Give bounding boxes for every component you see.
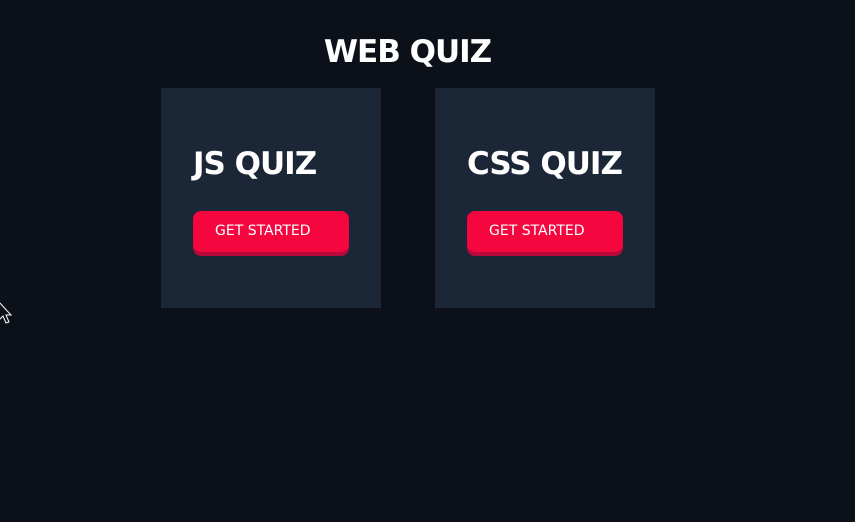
- quiz-card-css: CSS QUIZ GET STARTED: [435, 88, 655, 308]
- quiz-card-js: JS QUIZ GET STARTED: [161, 88, 381, 308]
- get-started-button-css[interactable]: GET STARTED: [467, 211, 623, 252]
- get-started-button-js[interactable]: GET STARTED: [193, 211, 349, 252]
- quiz-card-title: JS QUIZ: [193, 146, 317, 182]
- mouse-pointer-icon: [0, 302, 12, 324]
- page-title: WEB QUIZ: [323, 34, 492, 70]
- quiz-card-title: CSS QUIZ: [467, 146, 623, 182]
